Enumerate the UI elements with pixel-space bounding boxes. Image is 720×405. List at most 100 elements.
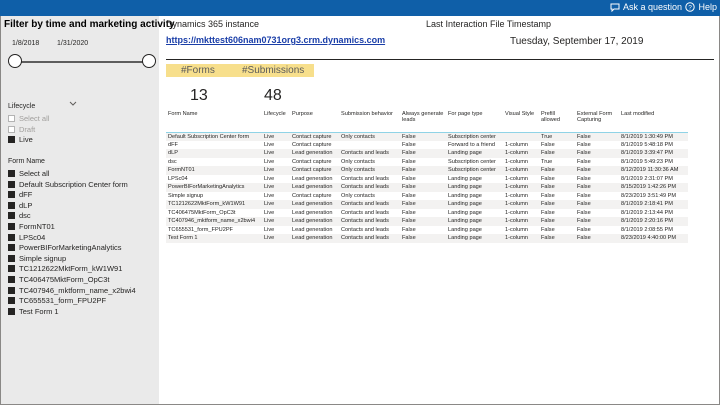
- checkbox[interactable]: [8, 276, 15, 283]
- form-name-option[interactable]: TC406475MktForm_OpC3t: [8, 275, 109, 284]
- date-end-label: 1/31/2020: [57, 40, 89, 47]
- table-cell: Contacts and leads: [341, 218, 389, 225]
- column-header[interactable]: Prefill allowed: [539, 110, 575, 132]
- column-header[interactable]: External Form Capturing: [575, 110, 619, 132]
- table-row[interactable]: TC406475MktForm_OpC3t Live Lead generation…: [166, 208, 688, 217]
- table-cell: False: [402, 184, 416, 191]
- checkbox[interactable]: [8, 136, 15, 143]
- table-row[interactable]: FormNT01 Live Contact capture Only contacts…: [166, 166, 688, 175]
- column-header[interactable]: Lifecycle: [262, 110, 290, 132]
- column-header[interactable]: Last modified: [619, 110, 688, 132]
- table-row[interactable]: Default Subscription Center form Live Cont…: [166, 132, 688, 141]
- table-row[interactable]: Simple signup Live Contact capture Only con…: [166, 191, 688, 200]
- form-name-option[interactable]: LPSc04: [8, 233, 45, 242]
- help-button[interactable]: ? Help: [685, 2, 717, 12]
- table-cell: 1-column: [505, 167, 529, 174]
- checkbox[interactable]: [8, 191, 15, 199]
- checkbox[interactable]: [8, 201, 15, 209]
- table-cell: Subscription center: [448, 133, 496, 140]
- lifecycle-option[interactable]: Live: [8, 135, 33, 144]
- form-name-option[interactable]: Default Subscription Center form: [8, 180, 128, 189]
- table-cell: Only contacts: [341, 158, 375, 165]
- table-cell: Lead generation: [292, 150, 333, 157]
- checkbox[interactable]: [8, 286, 15, 294]
- form-name-option[interactable]: TC655531_form_FPU2PF: [8, 296, 106, 305]
- checkbox[interactable]: [8, 115, 15, 122]
- table-cell: False: [541, 141, 555, 148]
- table-row[interactable]: TC407946_mktform_name_x2bwi4 Live Lead gen…: [166, 217, 688, 226]
- column-header[interactable]: Form Name: [166, 110, 262, 132]
- table-row[interactable]: PowerBIForMarketingAnalytics Live Lead gen…: [166, 183, 688, 192]
- form-name-option[interactable]: TC1212622MktForm_kW1W91: [8, 264, 122, 273]
- checkbox[interactable]: [8, 254, 15, 262]
- checkbox[interactable]: [8, 307, 15, 315]
- table-cell: False: [402, 201, 416, 208]
- table-row[interactable]: LPSc04 Live Lead generation Contacts and le…: [166, 174, 688, 183]
- ask-question-button[interactable]: Ask a question: [610, 2, 682, 12]
- column-header[interactable]: Purpose: [290, 110, 339, 132]
- table-cell: False: [402, 226, 416, 233]
- table-cell: 8/1/2019 5:49:23 PM: [621, 158, 673, 165]
- table-cell: False: [541, 150, 555, 157]
- chevron-down-icon[interactable]: [69, 101, 77, 107]
- filter-title: Filter by time and marketing activity: [4, 19, 175, 30]
- table-cell: False: [402, 218, 416, 225]
- checkbox[interactable]: [8, 297, 15, 305]
- submissions-kpi-value: 48: [264, 87, 282, 104]
- column-header[interactable]: Visual Style: [503, 110, 539, 132]
- form-name-option[interactable]: TC407946_mktform_name_x2bwi4: [8, 286, 136, 295]
- table-cell: False: [577, 209, 591, 216]
- form-name-option[interactable]: Select all: [8, 169, 49, 178]
- table-cell: False: [577, 150, 591, 157]
- form-name-option[interactable]: FormNT01: [8, 222, 55, 231]
- form-name-option[interactable]: dsc: [8, 211, 31, 220]
- lifecycle-option[interactable]: Select all: [8, 114, 49, 123]
- form-name-option[interactable]: PowerBIForMarketingAnalytics: [8, 243, 122, 252]
- table-cell: 8/1/2019 2:13:44 PM: [621, 209, 673, 216]
- table-cell: Contacts and leads: [341, 201, 389, 208]
- table-row[interactable]: Test Form 1 Live Lead generation Contacts a…: [166, 234, 688, 243]
- date-slider-start-handle[interactable]: [8, 54, 22, 68]
- table-cell: False: [577, 235, 591, 242]
- instance-url-link[interactable]: https://mkttest606nam0731org3.crm.dynami…: [166, 35, 385, 45]
- form-name-option-label: PowerBIForMarketingAnalytics: [19, 243, 122, 253]
- table-cell: 8/1/2019 2:08:55 PM: [621, 226, 673, 233]
- table-cell: Landing page: [448, 226, 482, 233]
- form-name-option[interactable]: dLP: [8, 201, 32, 210]
- table-cell: 1-column: [505, 218, 529, 225]
- table-cell: Test Form 1: [168, 235, 198, 242]
- table-row[interactable]: dsc Live Contact capture Only contacts False…: [166, 157, 688, 166]
- column-header[interactable]: For page type: [446, 110, 503, 132]
- table-row[interactable]: TC655531_form_FPU2PF Live Lead generation C…: [166, 225, 688, 234]
- checkbox[interactable]: [8, 244, 15, 252]
- checkbox[interactable]: [8, 180, 15, 188]
- table-cell: 1-column: [505, 175, 529, 182]
- checkbox[interactable]: [8, 125, 15, 133]
- checkbox[interactable]: [8, 170, 15, 177]
- table-cell: Lead generation: [292, 235, 333, 242]
- table-row[interactable]: dFF Live Contact capture False Forward to a …: [166, 140, 688, 149]
- table-cell: False: [541, 192, 555, 199]
- column-header[interactable]: Always generate leads: [400, 110, 446, 132]
- lifecycle-option[interactable]: Draft: [8, 125, 35, 134]
- form-name-option[interactable]: dFF: [8, 190, 32, 199]
- date-slider-end-handle[interactable]: [142, 54, 156, 68]
- checkbox[interactable]: [8, 223, 15, 230]
- table-cell: 1-column: [505, 235, 529, 242]
- table-row[interactable]: TC1212622MktForm_kW1W91 Live Lead generati…: [166, 200, 688, 209]
- table-cell: False: [541, 226, 555, 233]
- date-slider-track[interactable]: [14, 61, 150, 63]
- checkbox[interactable]: [8, 233, 15, 241]
- table-row[interactable]: dLP Live Lead generation Contacts and leads…: [166, 149, 688, 158]
- checkbox[interactable]: [8, 265, 15, 273]
- table-cell: Landing page: [448, 175, 482, 182]
- table-cell: True: [541, 133, 553, 140]
- form-name-option[interactable]: Test Form 1: [8, 307, 59, 316]
- form-name-option[interactable]: Simple signup: [8, 254, 66, 263]
- table-cell: 8/1/2019 5:48:18 PM: [621, 141, 673, 148]
- checkbox[interactable]: [8, 212, 15, 220]
- forms-table: Form Name Lifecycle Purpose Submission beha…: [166, 110, 688, 243]
- column-header[interactable]: Submission behavior: [339, 110, 400, 132]
- top-bar: Ask a question ? Help: [0, 0, 720, 16]
- table-cell: Contact capture: [292, 141, 332, 148]
